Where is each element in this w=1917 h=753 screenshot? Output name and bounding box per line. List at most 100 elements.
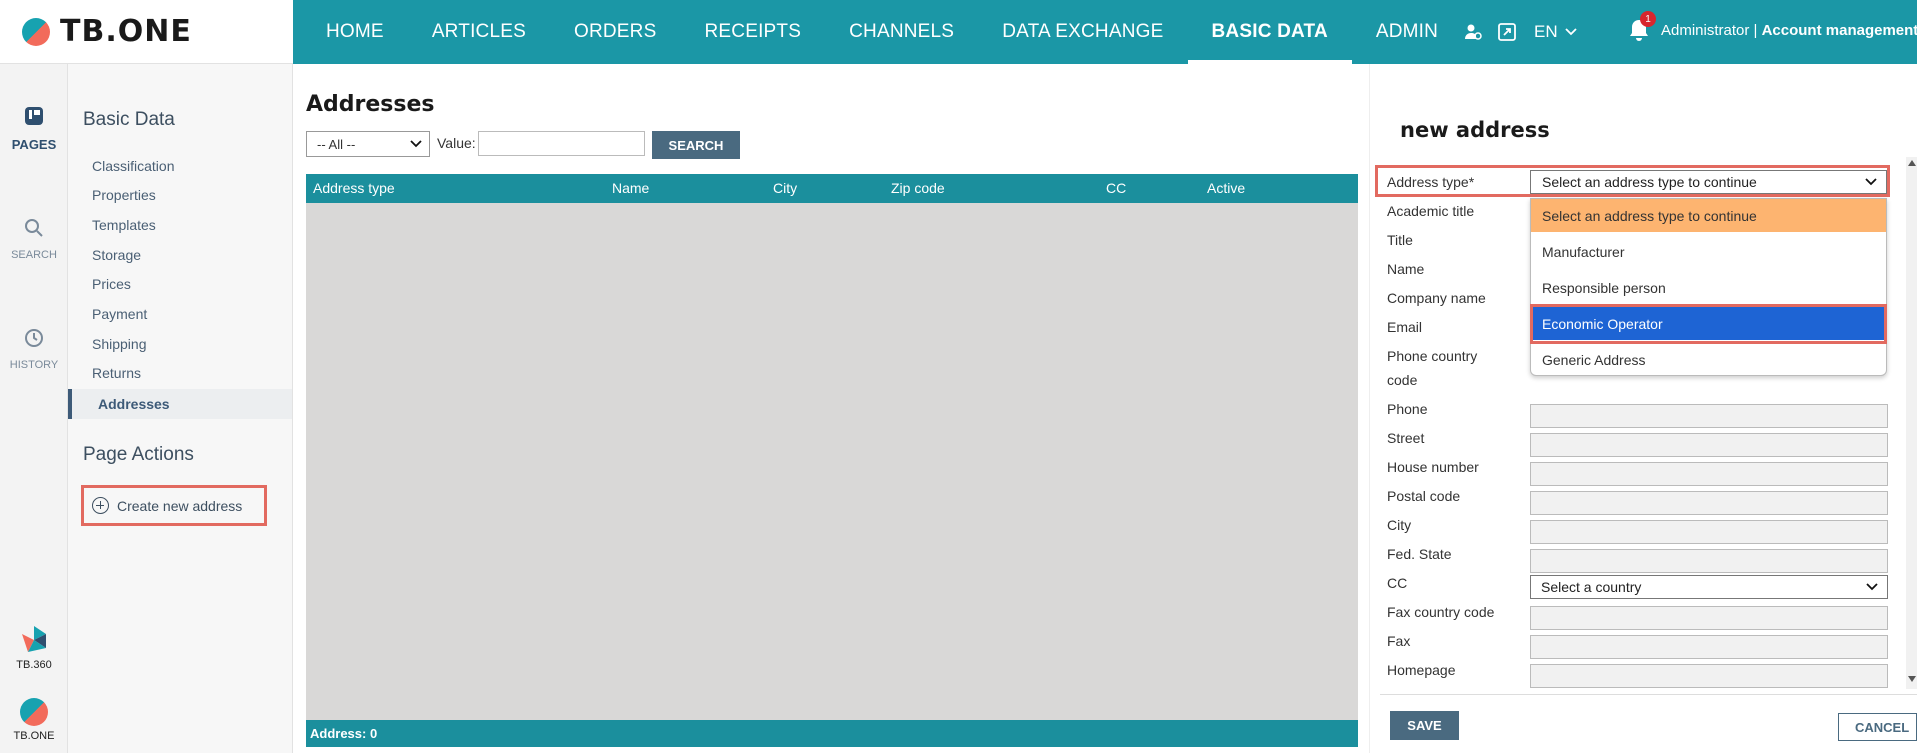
nav-orders[interactable]: ORDERS: [550, 0, 681, 64]
column-header-name[interactable]: Name: [612, 180, 649, 196]
rail-history[interactable]: HISTORY: [0, 326, 68, 371]
search-icon: [25, 219, 43, 237]
user-separator: |: [1749, 22, 1762, 39]
search-button[interactable]: SEARCH: [652, 131, 740, 159]
street-input[interactable]: [1530, 433, 1888, 457]
label-academic-title: Academic title: [1387, 203, 1475, 219]
fax-country-code-input[interactable]: [1530, 606, 1888, 630]
page-title: Addresses: [306, 92, 435, 117]
filter-select[interactable]: -- All --: [306, 131, 430, 157]
address-type-select[interactable]: Select an address type to continue: [1530, 170, 1887, 194]
column-header-zip-code[interactable]: Zip code: [891, 180, 945, 196]
notification-badge: 1: [1640, 11, 1656, 27]
sidebar-item-returns[interactable]: Returns: [68, 358, 292, 388]
tbone-label: TB.ONE: [13, 730, 55, 742]
chevron-down-icon: [1865, 178, 1877, 186]
app-logo[interactable]: TB.ONE: [0, 0, 293, 64]
country-select-value: Select a country: [1541, 579, 1642, 595]
nav-data-exchange[interactable]: DATA EXCHANGE: [978, 0, 1187, 64]
rail-tbone[interactable]: TB.ONE: [0, 698, 68, 742]
sidebar-item-shipping[interactable]: Shipping: [68, 329, 292, 359]
account-management-link[interactable]: Account management: [1762, 22, 1917, 39]
tb360-label: TB.360: [16, 659, 52, 671]
addresses-list-panel: Addresses -- All -- Value: SEARCH Addres…: [294, 64, 1369, 753]
address-type-dropdown: Select an address type to continue Manuf…: [1530, 198, 1887, 376]
column-header-city[interactable]: City: [773, 180, 797, 196]
sidebar-item-payment[interactable]: Payment: [68, 299, 292, 329]
rail-tb360[interactable]: TB.360: [0, 624, 68, 671]
rail-history-label: HISTORY: [9, 359, 59, 371]
column-header-address-type[interactable]: Address type: [313, 180, 395, 196]
option-manufacturer[interactable]: Manufacturer: [1531, 235, 1886, 268]
user-name: Administrator: [1661, 22, 1750, 39]
chevron-down-icon: [410, 140, 422, 148]
nav-articles[interactable]: ARTICLES: [408, 0, 550, 64]
scroll-up-icon[interactable]: [1908, 160, 1916, 166]
nav-admin[interactable]: ADMIN: [1352, 0, 1462, 64]
nav-home[interactable]: HOME: [302, 0, 408, 64]
option-generic-address[interactable]: Generic Address: [1531, 343, 1886, 376]
phone-input[interactable]: [1530, 404, 1888, 428]
label-fax: Fax: [1387, 633, 1411, 649]
value-label: Value:: [437, 135, 476, 151]
label-fax-country-code: Fax country code: [1387, 604, 1495, 620]
chevron-down-icon: [1866, 583, 1878, 591]
language-selector[interactable]: EN: [1534, 22, 1578, 42]
address-type-value: Select an address type to continue: [1542, 174, 1757, 190]
label-email: Email: [1387, 319, 1423, 335]
rail-search-label: SEARCH: [11, 249, 57, 261]
homepage-input[interactable]: [1530, 664, 1888, 688]
column-header-active[interactable]: Active: [1207, 180, 1245, 196]
nav-receipts[interactable]: RECEIPTS: [680, 0, 825, 64]
cancel-button[interactable]: CANCEL: [1838, 713, 1917, 741]
country-select[interactable]: Select a country: [1530, 575, 1888, 599]
table-header: Address type Name City Zip code CC Activ…: [306, 174, 1358, 203]
option-responsible-person[interactable]: Responsible person: [1531, 271, 1886, 304]
user-settings-icon[interactable]: [1462, 21, 1484, 43]
create-new-address-button[interactable]: Create new address: [81, 485, 267, 526]
sidebar-item-prices[interactable]: Prices: [68, 269, 292, 299]
form-divider: [1380, 694, 1917, 695]
nav-basic-data[interactable]: BASIC DATA: [1187, 0, 1352, 64]
fed-state-input[interactable]: [1530, 549, 1888, 573]
value-input[interactable]: [478, 131, 645, 156]
table-body: [306, 203, 1358, 720]
label-phone: Phone: [1387, 401, 1428, 417]
user-info: Administrator | Account management: [1661, 22, 1917, 39]
label-name: Name: [1387, 261, 1425, 277]
column-header-cc[interactable]: CC: [1106, 180, 1126, 196]
tbone-logo-icon: [22, 17, 50, 46]
rail-pages[interactable]: PAGES: [0, 104, 68, 152]
label-phone-country-code: Phone country code: [1387, 348, 1478, 388]
sidebar-item-addresses[interactable]: Addresses: [68, 389, 292, 419]
label-street: Street: [1387, 430, 1425, 446]
nav-channels[interactable]: CHANNELS: [825, 0, 978, 64]
plus-circle-icon: [92, 497, 109, 514]
rail-pages-label: PAGES: [11, 137, 57, 152]
option-select-address-type[interactable]: Select an address type to continue: [1531, 199, 1886, 232]
sidebar-item-classification[interactable]: Classification: [68, 151, 292, 181]
tb360-logo-icon: [22, 626, 46, 652]
save-button[interactable]: SAVE: [1390, 711, 1459, 740]
external-link-icon[interactable]: [1496, 21, 1518, 43]
top-bar: TB.ONE HOME ARTICLES ORDERS RECEIPTS CHA…: [0, 0, 1917, 64]
table-footer: Address: 0: [306, 720, 1358, 747]
main-nav: HOME ARTICLES ORDERS RECEIPTS CHANNELS D…: [302, 0, 1462, 64]
sidebar-item-storage[interactable]: Storage: [68, 240, 292, 270]
form-scrollbar[interactable]: [1906, 157, 1917, 689]
sidebar-item-properties[interactable]: Properties: [68, 180, 292, 210]
scroll-down-icon[interactable]: [1908, 676, 1916, 682]
sidebar: Basic Data Classification Properties Tem…: [68, 64, 293, 753]
city-input[interactable]: [1530, 520, 1888, 544]
fax-input[interactable]: [1530, 635, 1888, 659]
label-postal-code: Postal code: [1387, 488, 1461, 504]
rail-search[interactable]: SEARCH: [0, 216, 68, 261]
pages-icon: [25, 107, 43, 125]
language-label: EN: [1534, 22, 1558, 41]
chevron-down-icon: [1564, 28, 1577, 36]
sidebar-item-templates[interactable]: Templates: [68, 210, 292, 240]
house-number-input[interactable]: [1530, 462, 1888, 486]
postal-code-input[interactable]: [1530, 491, 1888, 515]
label-city: City: [1387, 517, 1412, 533]
option-economic-operator[interactable]: Economic Operator: [1531, 307, 1886, 340]
